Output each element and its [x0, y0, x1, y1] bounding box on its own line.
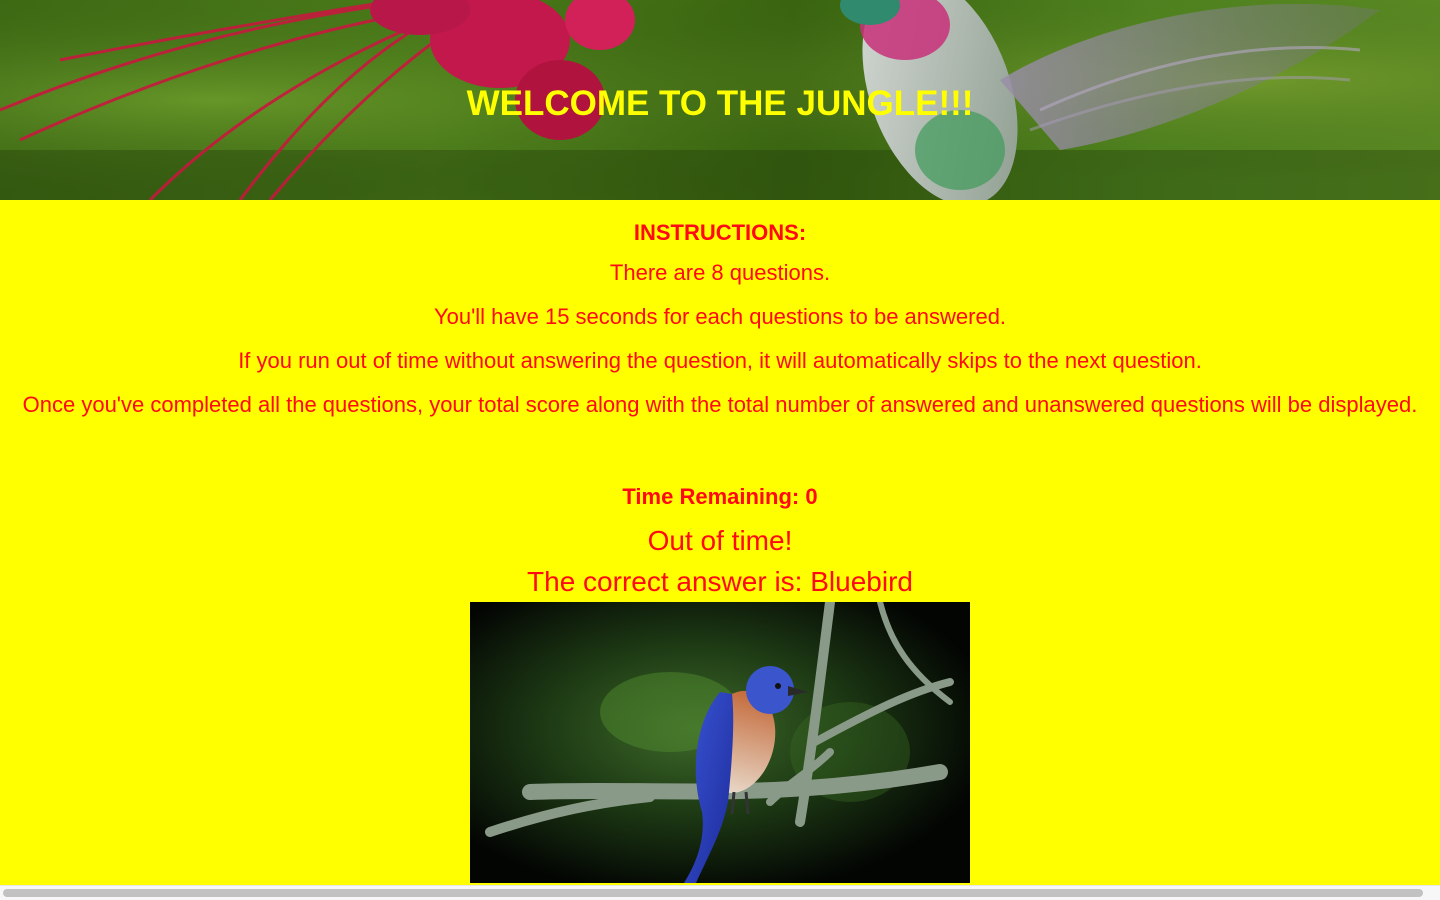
instruction-rule: There are 8 questions.	[609, 260, 831, 285]
game-content: INSTRUCTIONS: There are 8 questions. You…	[0, 200, 1440, 886]
page-title: WELCOME TO THE JUNGLE!!!	[466, 84, 974, 123]
instruction-rule: If you run out of time without answering…	[238, 348, 1202, 373]
instruction-rule: You'll have 15 seconds for each question…	[433, 304, 1007, 329]
scrollbar-thumb[interactable]	[3, 889, 1423, 897]
header-banner: WELCOME TO THE JUNGLE!!!	[0, 0, 1440, 200]
correct-answer-text: The correct answer is: Bluebird	[527, 566, 913, 597]
instruction-rule: Once you've completed all the questions,…	[22, 392, 1418, 417]
answer-image	[470, 602, 970, 883]
page: WELCOME TO THE JUNGLE!!! INSTRUCTIONS: T…	[0, 0, 1440, 900]
horizontal-scrollbar[interactable]	[0, 885, 1440, 900]
timeout-message: Out of time!	[647, 525, 793, 556]
bluebird-photo	[470, 602, 970, 883]
time-remaining: Time Remaining: 0	[622, 484, 818, 509]
instructions-heading: INSTRUCTIONS:	[633, 220, 807, 245]
